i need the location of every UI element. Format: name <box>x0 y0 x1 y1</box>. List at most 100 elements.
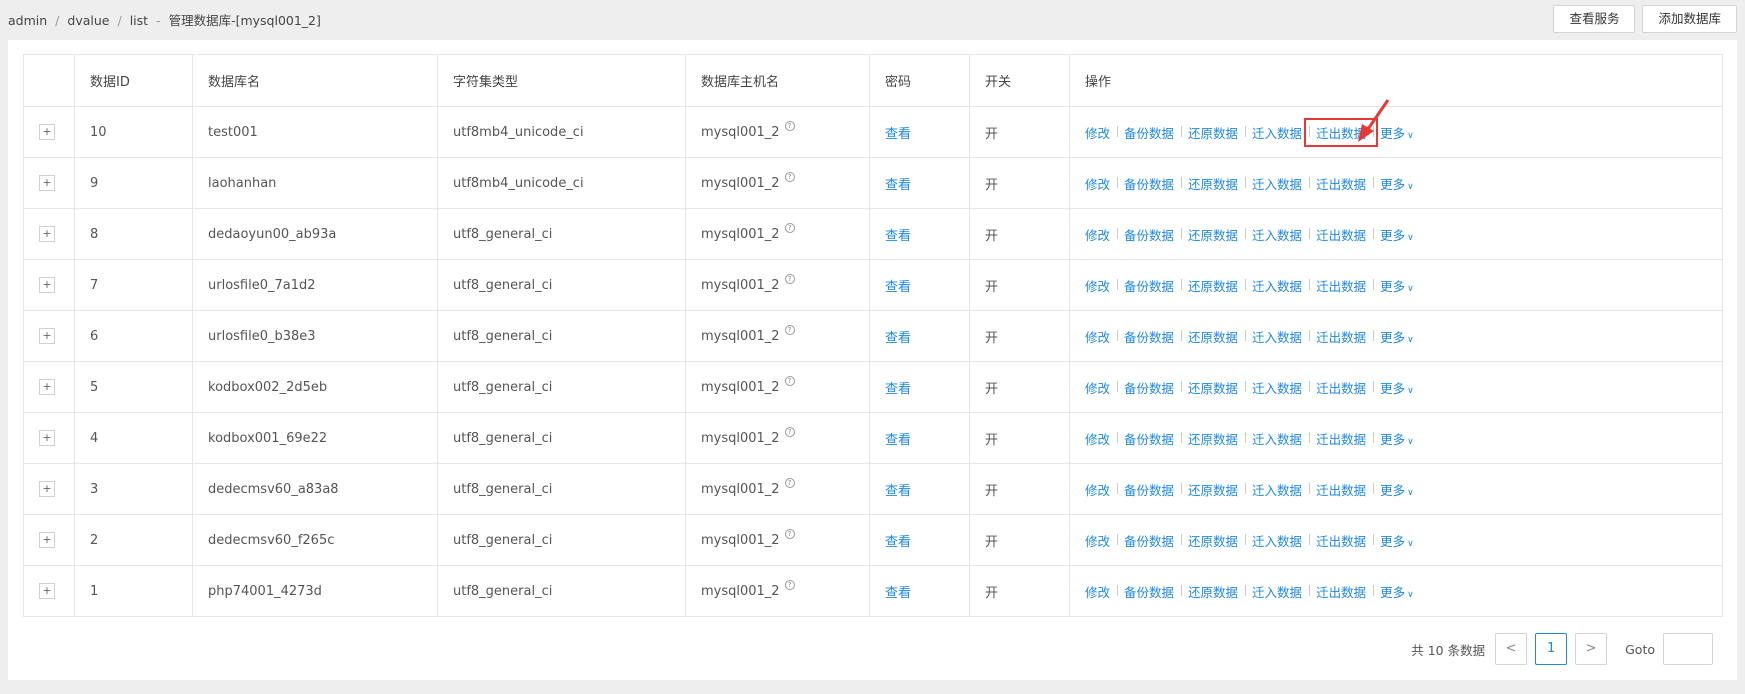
backup-action[interactable]: 备份数据 <box>1117 174 1181 193</box>
restore-action[interactable]: 还原数据 <box>1181 174 1245 193</box>
view-password-link[interactable]: 查看 <box>885 178 911 193</box>
more-action[interactable]: 更多 ∨ <box>1373 327 1421 346</box>
goto-input[interactable] <box>1663 633 1713 665</box>
expand-icon[interactable]: + <box>39 532 55 548</box>
edit-action[interactable]: 修改 <box>1085 582 1117 601</box>
expand-icon[interactable]: + <box>39 379 55 395</box>
help-icon[interactable]: ? <box>784 222 795 233</box>
import-action[interactable]: 迁入数据 <box>1245 378 1309 397</box>
more-action[interactable]: 更多 ∨ <box>1373 480 1421 499</box>
expand-icon[interactable]: + <box>39 175 55 191</box>
restore-action[interactable]: 还原数据 <box>1181 480 1245 499</box>
restore-action[interactable]: 还原数据 <box>1181 225 1245 244</box>
view-password-link[interactable]: 查看 <box>885 484 911 499</box>
help-icon[interactable]: ? <box>784 375 795 386</box>
view-password-link[interactable]: 查看 <box>885 280 911 295</box>
expand-icon[interactable]: + <box>39 583 55 599</box>
export-action[interactable]: 迁出数据 <box>1309 378 1373 397</box>
import-action[interactable]: 迁入数据 <box>1245 123 1309 142</box>
view-password-link[interactable]: 查看 <box>885 535 911 550</box>
import-action[interactable]: 迁入数据 <box>1245 582 1309 601</box>
view-service-button[interactable]: 查看服务 <box>1553 5 1636 33</box>
edit-action[interactable]: 修改 <box>1085 480 1117 499</box>
edit-action[interactable]: 修改 <box>1085 174 1117 193</box>
help-icon[interactable]: ? <box>784 528 795 539</box>
page-1-button[interactable]: 1 <box>1535 633 1568 665</box>
help-icon[interactable]: ? <box>784 324 795 335</box>
expand-icon[interactable]: + <box>39 226 55 242</box>
backup-action[interactable]: 备份数据 <box>1117 327 1181 346</box>
backup-action[interactable]: 备份数据 <box>1117 225 1181 244</box>
prev-page-button[interactable]: < <box>1495 633 1528 665</box>
breadcrumb-list[interactable]: list <box>130 13 148 28</box>
import-action[interactable]: 迁入数据 <box>1245 327 1309 346</box>
help-icon[interactable]: ? <box>784 120 795 131</box>
view-password-link[interactable]: 查看 <box>885 229 911 244</box>
view-password-link[interactable]: 查看 <box>885 382 911 397</box>
cell-actions: 修改 备份数据 还原数据 迁入数据 迁出数据 更多 ∨ <box>1069 157 1723 209</box>
export-action[interactable]: 迁出数据 <box>1309 174 1373 193</box>
backup-action[interactable]: 备份数据 <box>1117 531 1181 550</box>
view-password-link[interactable]: 查看 <box>885 331 911 346</box>
export-action[interactable]: 迁出数据 <box>1309 582 1373 601</box>
help-icon[interactable]: ? <box>784 273 795 284</box>
restore-action[interactable]: 还原数据 <box>1181 123 1245 142</box>
breadcrumb-dvalue[interactable]: dvalue <box>67 13 109 28</box>
import-action[interactable]: 迁入数据 <box>1245 531 1309 550</box>
restore-action[interactable]: 还原数据 <box>1181 327 1245 346</box>
edit-action[interactable]: 修改 <box>1085 327 1117 346</box>
import-action[interactable]: 迁入数据 <box>1245 225 1309 244</box>
breadcrumb-admin[interactable]: admin <box>8 13 47 28</box>
view-password-link[interactable]: 查看 <box>885 127 911 142</box>
edit-action[interactable]: 修改 <box>1085 531 1117 550</box>
view-password-link[interactable]: 查看 <box>885 586 911 601</box>
restore-action[interactable]: 还原数据 <box>1181 429 1245 448</box>
restore-action[interactable]: 还原数据 <box>1181 276 1245 295</box>
help-icon[interactable]: ? <box>784 426 795 437</box>
edit-action[interactable]: 修改 <box>1085 276 1117 295</box>
more-action[interactable]: 更多 ∨ <box>1373 174 1421 193</box>
expand-icon[interactable]: + <box>39 430 55 446</box>
export-action[interactable]: 迁出数据 <box>1309 225 1373 244</box>
export-action[interactable]: 迁出数据 <box>1309 276 1373 295</box>
import-action[interactable]: 迁入数据 <box>1245 174 1309 193</box>
expand-icon[interactable]: + <box>39 481 55 497</box>
more-action[interactable]: 更多 ∨ <box>1373 531 1421 550</box>
help-icon[interactable]: ? <box>784 171 795 182</box>
help-icon[interactable]: ? <box>784 477 795 488</box>
more-action[interactable]: 更多 ∨ <box>1373 378 1421 397</box>
more-action[interactable]: 更多 ∨ <box>1373 582 1421 601</box>
header-db-name: 数据库名 <box>192 54 438 107</box>
add-database-button[interactable]: 添加数据库 <box>1642 5 1737 33</box>
backup-action[interactable]: 备份数据 <box>1117 582 1181 601</box>
cell-actions: 修改 备份数据 还原数据 迁入数据 迁出数据 更多 ∨ <box>1069 259 1723 311</box>
export-action[interactable]: 迁出数据 <box>1309 480 1373 499</box>
more-action[interactable]: 更多 ∨ <box>1373 429 1421 448</box>
more-action[interactable]: 更多 ∨ <box>1373 276 1421 295</box>
edit-action[interactable]: 修改 <box>1085 123 1117 142</box>
expand-icon[interactable]: + <box>39 124 55 140</box>
help-icon[interactable]: ? <box>784 579 795 590</box>
import-action[interactable]: 迁入数据 <box>1245 429 1309 448</box>
import-action[interactable]: 迁入数据 <box>1245 480 1309 499</box>
restore-action[interactable]: 还原数据 <box>1181 378 1245 397</box>
import-action[interactable]: 迁入数据 <box>1245 276 1309 295</box>
backup-action[interactable]: 备份数据 <box>1117 276 1181 295</box>
edit-action[interactable]: 修改 <box>1085 378 1117 397</box>
backup-action[interactable]: 备份数据 <box>1117 480 1181 499</box>
backup-action[interactable]: 备份数据 <box>1117 378 1181 397</box>
backup-action[interactable]: 备份数据 <box>1117 123 1181 142</box>
restore-action[interactable]: 还原数据 <box>1181 582 1245 601</box>
export-action[interactable]: 迁出数据 <box>1309 429 1373 448</box>
expand-icon[interactable]: + <box>39 328 55 344</box>
view-password-link[interactable]: 查看 <box>885 433 911 448</box>
backup-action[interactable]: 备份数据 <box>1117 429 1181 448</box>
restore-action[interactable]: 还原数据 <box>1181 531 1245 550</box>
export-action[interactable]: 迁出数据 <box>1309 327 1373 346</box>
edit-action[interactable]: 修改 <box>1085 429 1117 448</box>
edit-action[interactable]: 修改 <box>1085 225 1117 244</box>
more-action[interactable]: 更多 ∨ <box>1373 225 1421 244</box>
next-page-button[interactable]: > <box>1575 633 1608 665</box>
expand-icon[interactable]: + <box>39 277 55 293</box>
export-action[interactable]: 迁出数据 <box>1309 531 1373 550</box>
